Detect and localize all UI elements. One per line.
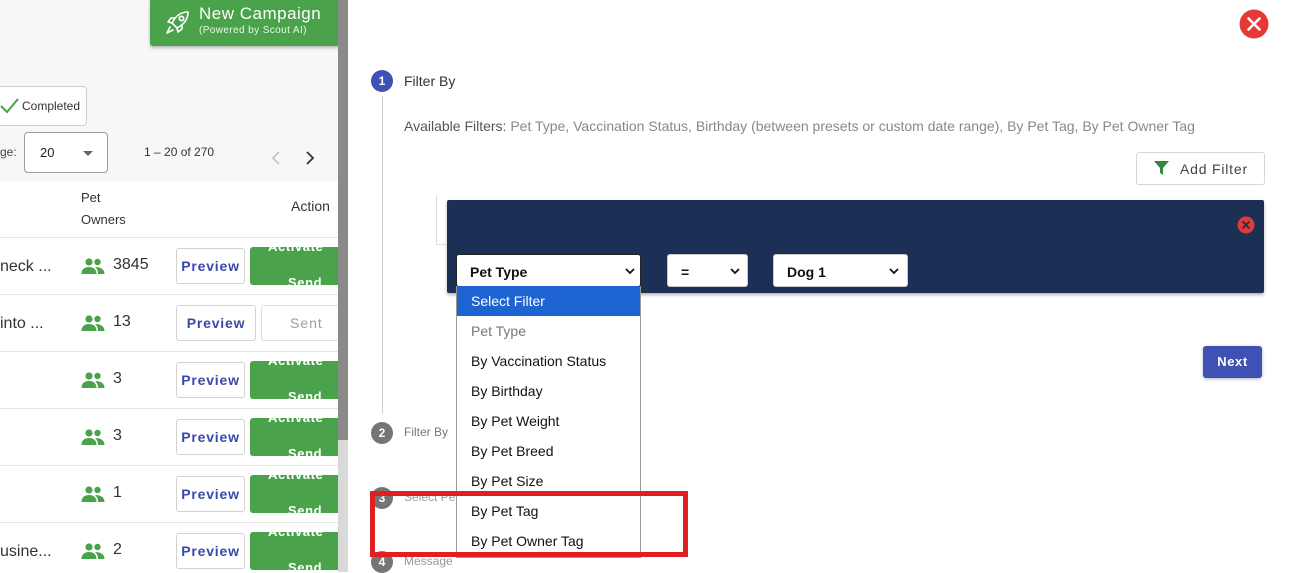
available-filters-list: Pet Type, Vaccination Status, Birthday (… bbox=[510, 118, 1195, 134]
pet-owner-count: 3845 bbox=[113, 256, 149, 273]
next-button[interactable]: Next bbox=[1203, 346, 1262, 378]
table-row: 1 Preview Activate Send bbox=[0, 465, 340, 522]
pet-owner-count: 3 bbox=[113, 370, 122, 387]
table-row: usine... 2 Preview Activate Send bbox=[0, 522, 340, 572]
filter-value-select[interactable]: Dog 1 bbox=[773, 254, 908, 287]
scrollbar-track[interactable] bbox=[338, 440, 348, 572]
pet-owner-count: 2 bbox=[113, 541, 122, 558]
campaign-name: neck ... bbox=[0, 258, 52, 275]
stepper-connector bbox=[382, 96, 383, 414]
pet-owner-count: 3 bbox=[113, 427, 122, 444]
sent-button: Sent bbox=[261, 305, 340, 341]
add-filter-button[interactable]: Add Filter bbox=[1136, 152, 1265, 185]
activate-label: Activate bbox=[268, 532, 323, 539]
filter-option[interactable]: Select Filter bbox=[457, 286, 640, 316]
available-filters-text: Available Filters: Pet Type, Vaccination… bbox=[404, 118, 1195, 134]
available-filters-label: Available Filters: bbox=[404, 118, 507, 134]
step-2-title: Filter By bbox=[404, 425, 449, 439]
per-page-label: ge: bbox=[0, 145, 17, 159]
close-icon[interactable] bbox=[1239, 9, 1269, 39]
campaign-name: into ... bbox=[0, 315, 44, 332]
filter-operator-value: = bbox=[681, 264, 690, 280]
filter-type-value: Pet Type bbox=[470, 264, 528, 280]
table-row: into ... 13 Preview Sent bbox=[0, 294, 340, 351]
activate-label: Activate bbox=[268, 247, 323, 254]
remove-filter-icon[interactable] bbox=[1237, 216, 1255, 234]
people-icon bbox=[81, 429, 105, 445]
completed-filter-chip[interactable]: Completed bbox=[0, 86, 87, 126]
filter-value-value: Dog 1 bbox=[787, 264, 826, 280]
activate-send-button[interactable]: Activate Send bbox=[250, 532, 340, 570]
activate-send-button[interactable]: Activate Send bbox=[250, 247, 340, 285]
send-label: Send bbox=[288, 503, 323, 513]
step-1-indicator: 1 bbox=[371, 70, 393, 92]
filter-option[interactable]: Pet Type bbox=[457, 316, 640, 346]
preview-button[interactable]: Preview bbox=[176, 248, 245, 284]
people-icon bbox=[81, 315, 105, 331]
column-header-pet-owners: Pet Owners bbox=[81, 190, 126, 227]
people-icon bbox=[81, 486, 105, 502]
filter-icon bbox=[1154, 161, 1169, 175]
filter-modal: 1 Filter By Available Filters: Pet Type,… bbox=[348, 0, 1290, 573]
pet-owner-count: 13 bbox=[113, 313, 131, 330]
preview-button[interactable]: Preview bbox=[176, 362, 245, 398]
send-label: Send bbox=[288, 389, 323, 399]
people-icon bbox=[81, 543, 105, 559]
filter-option[interactable]: By Pet Breed bbox=[457, 436, 640, 466]
annotation-highlight-box bbox=[370, 491, 688, 557]
rocket-icon bbox=[166, 11, 189, 34]
activate-label: Activate bbox=[268, 475, 323, 482]
caret-down-icon bbox=[83, 151, 93, 156]
filter-option[interactable]: By Pet Weight bbox=[457, 406, 640, 436]
chevron-down-icon bbox=[625, 268, 635, 275]
column-header-action: Action bbox=[291, 198, 330, 214]
add-filter-label: Add Filter bbox=[1180, 161, 1248, 177]
per-page-select[interactable]: 20 bbox=[24, 132, 108, 173]
filter-group-outline bbox=[436, 195, 446, 245]
table-row: neck ... 3845 Preview Activate Send bbox=[0, 237, 340, 294]
campaign-list-page: New Campaign (Powered by Scout AI) Compl… bbox=[0, 0, 340, 572]
check-icon bbox=[0, 98, 19, 114]
send-label: Send bbox=[288, 446, 323, 456]
filter-option[interactable]: By Birthday bbox=[457, 376, 640, 406]
activate-label: Activate bbox=[268, 361, 323, 368]
send-label: Send bbox=[288, 275, 323, 285]
completed-chip-label: Completed bbox=[22, 99, 81, 113]
per-page-value: 20 bbox=[40, 145, 55, 160]
chevron-right-icon[interactable] bbox=[302, 148, 318, 168]
activate-send-button[interactable]: Activate Send bbox=[250, 418, 340, 456]
preview-button[interactable]: Preview bbox=[176, 305, 256, 341]
pagination-range: 1 – 20 of 270 bbox=[144, 145, 215, 159]
table-row: 3 Preview Activate Send bbox=[0, 408, 340, 465]
campaign-table: Pet Owners Action neck ... 3845 Preview … bbox=[0, 181, 340, 572]
filter-operator-select[interactable]: = bbox=[667, 254, 748, 287]
activate-label: Activate bbox=[268, 418, 323, 425]
people-icon bbox=[81, 258, 105, 274]
activate-send-button[interactable]: Activate Send bbox=[250, 361, 340, 399]
new-campaign-subtitle: (Powered by Scout AI) bbox=[199, 25, 307, 36]
chevron-left-icon[interactable] bbox=[268, 148, 284, 168]
new-campaign-button[interactable]: New Campaign (Powered by Scout AI) bbox=[150, 0, 340, 46]
filter-type-select[interactable]: Pet Type bbox=[456, 254, 641, 287]
table-row: 3 Preview Activate Send bbox=[0, 351, 340, 408]
preview-button[interactable]: Preview bbox=[176, 476, 245, 512]
people-icon bbox=[81, 372, 105, 388]
chevron-down-icon bbox=[730, 268, 740, 275]
activate-send-button[interactable]: Activate Send bbox=[250, 475, 340, 513]
filter-row-panel: Pet Type = Dog 1 bbox=[447, 200, 1264, 293]
step-2-indicator: 2 bbox=[371, 422, 393, 444]
step-1-title: Filter By bbox=[404, 73, 456, 89]
filter-option[interactable]: By Vaccination Status bbox=[457, 346, 640, 376]
send-label: Send bbox=[288, 560, 323, 570]
campaign-name: usine... bbox=[0, 543, 52, 560]
chevron-down-icon bbox=[889, 268, 899, 275]
pet-owner-count: 1 bbox=[113, 484, 122, 501]
new-campaign-title: New Campaign bbox=[199, 4, 322, 23]
preview-button[interactable]: Preview bbox=[176, 419, 245, 455]
preview-button[interactable]: Preview bbox=[176, 533, 245, 569]
